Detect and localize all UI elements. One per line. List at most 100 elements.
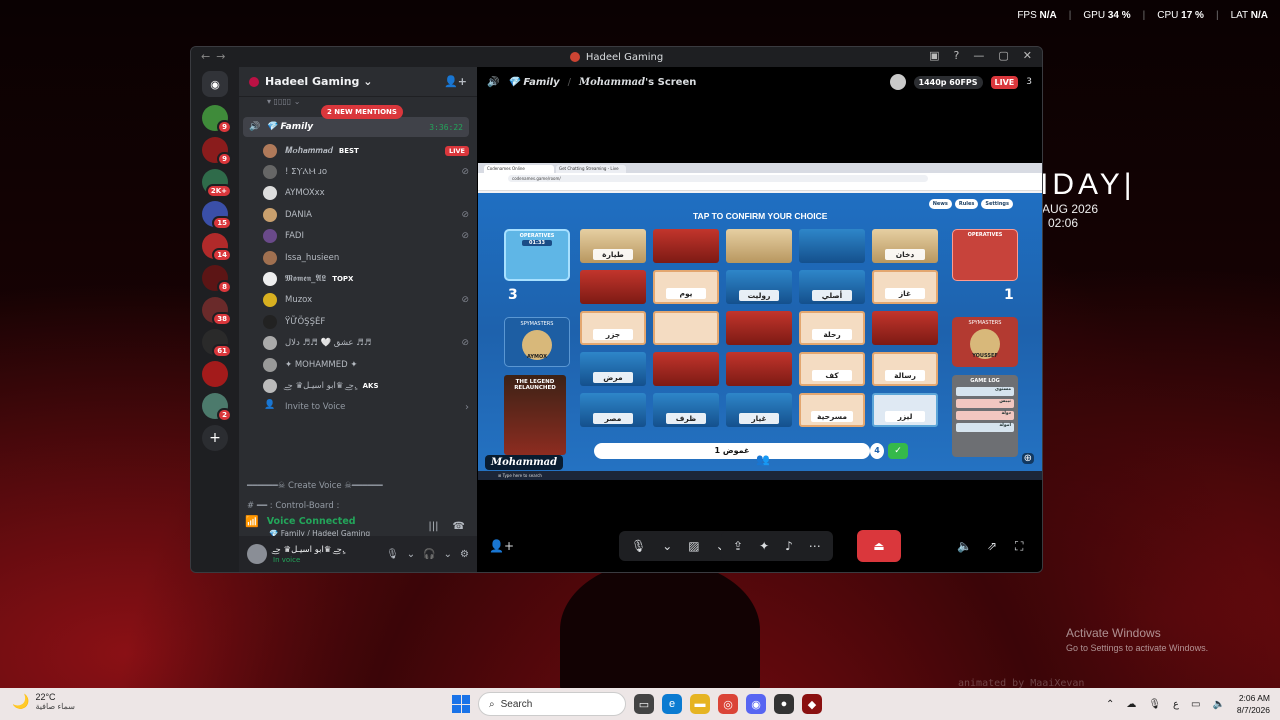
discord-home-icon[interactable]: ◉ — [202, 71, 228, 97]
search-box[interactable]: ⌕ Search — [478, 692, 626, 716]
camera-off-icon[interactable]: ▨ — [688, 539, 699, 553]
nav-arrows[interactable]: ←→ — [201, 50, 231, 63]
leave-call-button[interactable]: ⏏ — [857, 530, 901, 562]
voice-member[interactable]: DANIA ⊘ — [263, 204, 469, 225]
viewers-count[interactable]: 3 — [1026, 77, 1032, 87]
word-card[interactable]: جزر — [580, 311, 646, 345]
word-card[interactable]: مرض — [580, 352, 646, 386]
word-card[interactable] — [872, 311, 938, 345]
file-explorer-icon[interactable]: ▬ — [690, 694, 710, 714]
word-card[interactable] — [653, 352, 719, 386]
word-card[interactable]: روليت — [726, 270, 792, 304]
voice-member[interactable]: ΫỮÖŞŞĖF — [263, 311, 469, 332]
chevron-down-icon[interactable]: ⌄ — [444, 549, 452, 560]
maximize-button[interactable]: ▢ — [998, 49, 1008, 62]
control-board-channel[interactable]: # ━━ : Control-Board : — [247, 501, 339, 511]
voice-member[interactable]: 𝑴𝒐𝒉𝒂𝒎𝒎𝒂𝒅 BEST LIVE — [263, 140, 469, 161]
word-card[interactable]: رسالة — [872, 352, 938, 386]
url-field[interactable]: codenames.game/room/ — [508, 174, 928, 182]
server-icon[interactable]: 9 — [202, 137, 232, 166]
word-card[interactable]: غاز — [872, 270, 938, 304]
guild-header[interactable]: Hadeel Gaming ⌄ 👤+ — [239, 67, 477, 97]
word-card[interactable] — [799, 229, 865, 263]
server-icon[interactable]: 15 — [202, 201, 232, 230]
share-screen-icon[interactable]: ⇪ — [733, 539, 743, 553]
browser-tab[interactable]: Get Chatting Streaming - Live — [556, 165, 626, 173]
voice-member[interactable]: عشق 🤍 ♬♬ دلال ♬♬ ⊘ — [263, 333, 469, 354]
settings-button[interactable]: Settings — [981, 199, 1013, 209]
app-icon[interactable]: ● — [774, 694, 794, 714]
voice-connected-status[interactable]: Voice Connected — [267, 516, 356, 527]
word-card[interactable]: غيار — [726, 393, 792, 427]
noise-suppression-icon[interactable]: ||| — [428, 521, 438, 532]
cloud-icon[interactable]: ☁ — [1126, 699, 1136, 710]
volume-icon[interactable]: 🔈 — [957, 539, 972, 553]
signal-icon[interactable]: 📶 — [245, 515, 259, 528]
word-card[interactable]: دخان — [872, 229, 938, 263]
chevron-up-icon[interactable]: ⌃ — [741, 453, 750, 466]
task-view-icon[interactable]: ▭ — [634, 694, 654, 714]
word-card[interactable] — [726, 229, 792, 263]
voice-channel-family[interactable]: 🔊 💎 Family 3:36:22 — [243, 117, 469, 137]
rules-button[interactable]: Rules — [954, 199, 979, 209]
add-server-button[interactable]: + — [202, 425, 228, 451]
voice-member[interactable]: ح͜ـ ♛ابو اسيـل♛ ح͜ـ.ِِ AKS — [263, 375, 469, 396]
activities-icon[interactable]: ✦ — [759, 539, 769, 553]
news-button[interactable]: News — [928, 199, 952, 209]
server-icon[interactable]: 2 — [202, 393, 232, 422]
invite-people-icon[interactable]: 👤+ — [444, 75, 467, 88]
invite-to-voice[interactable]: 👤 Invite to Voice › — [263, 397, 469, 418]
server-icon[interactable]: 8 — [202, 265, 232, 294]
word-card[interactable] — [653, 229, 719, 263]
user-avatar[interactable] — [247, 544, 267, 564]
word-card[interactable] — [726, 352, 792, 386]
new-mentions-badge[interactable]: 2 NEW MENTIONS — [321, 105, 403, 119]
server-icon[interactable]: 9 — [202, 105, 232, 134]
participants-icon[interactable]: 👥 — [756, 453, 770, 466]
speaker-icon[interactable]: 🔈 — [1212, 699, 1224, 710]
game-app-icon[interactable]: ◆ — [802, 694, 822, 714]
help-icon[interactable]: ? — [954, 49, 960, 62]
close-button[interactable]: ✕ — [1023, 49, 1032, 62]
user-name[interactable]: ح͜ـ ♛ابو اسيـل♛ ح͜ـ.ِِ — [273, 545, 345, 555]
settings-gear-icon[interactable]: ⚙ — [460, 549, 469, 560]
voice-member[interactable]: Muzox ⊘ — [263, 290, 469, 311]
shared-screen[interactable]: Codenames Online Get Chatting Streaming … — [478, 163, 1042, 480]
start-button[interactable] — [452, 695, 470, 713]
add-person-icon[interactable]: 👤+ — [489, 539, 514, 553]
server-icon[interactable]: 14 — [202, 233, 232, 262]
viewer-avatar[interactable] — [889, 74, 906, 90]
server-icon[interactable]: 61 — [202, 329, 232, 358]
chevron-down-icon[interactable]: ⌄ — [662, 539, 672, 553]
word-card[interactable]: ليزر — [872, 393, 938, 427]
more-options-icon[interactable]: ⋯ — [809, 539, 821, 553]
weather-widget[interactable]: 🌙 22°C سماء صافية — [12, 692, 75, 711]
word-card[interactable]: ظرف — [653, 393, 719, 427]
chevron-down-icon[interactable]: ⌄ — [407, 549, 415, 560]
voice-member[interactable]: 𝕸𝖔𝖒𝖊𝖓_𝕬𝕷 TOPX — [263, 268, 469, 289]
voice-member[interactable]: AYMOXxx — [263, 183, 469, 204]
word-card[interactable]: مسرحية — [799, 393, 865, 427]
word-card[interactable] — [580, 270, 646, 304]
word-card[interactable] — [653, 311, 719, 345]
minimize-button[interactable]: — — [973, 49, 984, 62]
voice-member[interactable]: FADI ⊘ — [263, 226, 469, 247]
live-badge[interactable]: LIVE — [444, 145, 469, 156]
discord-icon[interactable]: ◉ — [746, 694, 766, 714]
word-card[interactable]: مصر — [580, 393, 646, 427]
network-icon[interactable]: ▭ — [1191, 699, 1200, 710]
fullscreen-icon[interactable]: ⛶ — [1015, 539, 1023, 554]
mic-tray-icon[interactable]: 🎙 — [1148, 699, 1161, 710]
create-voice-category[interactable]: ━━━━━━☠ Create Voice ☠━━━━━━ — [247, 481, 383, 491]
voice-member[interactable]: ✦ MOHAMMED ✦ — [263, 354, 469, 375]
browser-tab[interactable]: Codenames Online — [484, 165, 554, 173]
word-card[interactable]: رحلة — [799, 311, 865, 345]
legend-banner[interactable]: THE LEGEND RELAUNCHED — [504, 375, 566, 455]
edge-icon[interactable]: e — [662, 694, 682, 714]
disconnect-icon[interactable]: ☎ — [453, 521, 465, 532]
voice-member[interactable]: ! ⵉⲨⲀⲘ ɹo ⊘ — [263, 161, 469, 182]
word-card[interactable]: طيارة — [580, 229, 646, 263]
zoom-icon[interactable]: ⊕ — [1021, 453, 1034, 464]
headphones-icon[interactable]: 🎧 — [423, 549, 435, 560]
microphone-icon[interactable]: 🎙 — [631, 539, 646, 553]
